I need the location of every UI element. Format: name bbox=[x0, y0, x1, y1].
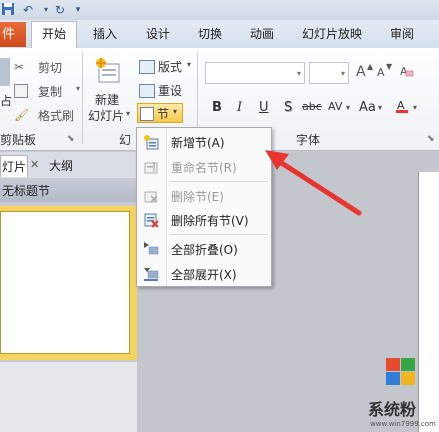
undo-icon[interactable]: ↶ bbox=[20, 2, 36, 18]
menu-item-label: 重命名节(R) bbox=[171, 161, 237, 175]
clipboard-group-label: 剪贴板 bbox=[0, 133, 37, 147]
windows-logo-icon bbox=[386, 358, 400, 371]
menu-item-expand-all[interactable]: 全部展开(X) bbox=[137, 263, 271, 285]
menu-item-remove-section[interactable]: 删除节(E) bbox=[137, 185, 271, 207]
watermark: 系统粉 www.win7999.com bbox=[368, 354, 439, 432]
group-separator bbox=[82, 52, 83, 144]
text-shadow-button[interactable]: S bbox=[284, 100, 292, 115]
menu-item-label: 删除节(E) bbox=[171, 190, 224, 204]
collapse-all-icon bbox=[143, 241, 159, 257]
new-slide-label-2[interactable]: 幻灯片 bbox=[88, 107, 124, 124]
tab-slides-panel[interactable]: 灯片 bbox=[0, 155, 28, 177]
menu-item-add-section[interactable]: 新增节(A) bbox=[137, 131, 271, 153]
section-button-label[interactable]: 节 bbox=[157, 105, 169, 122]
add-section-icon bbox=[143, 134, 159, 150]
bold-button[interactable]: B bbox=[212, 100, 222, 115]
change-case-dropdown-icon[interactable]: ▾ bbox=[378, 103, 382, 112]
slides-group-label: 幻 bbox=[119, 133, 132, 147]
format-painter-button[interactable]: 格式刷 bbox=[38, 107, 74, 124]
tab-slideshow[interactable]: 幻灯片放映 bbox=[302, 22, 362, 47]
slides-tab-close-icon[interactable]: ✕ bbox=[30, 158, 39, 171]
paste-icon[interactable] bbox=[0, 58, 10, 86]
underline-button[interactable]: U bbox=[259, 100, 269, 115]
tab-review[interactable]: 审阅 bbox=[390, 22, 414, 47]
menu-item-rename-section[interactable]: 重命名节(R) bbox=[137, 156, 271, 178]
tab-insert[interactable]: 插入 bbox=[93, 22, 117, 47]
cut-button[interactable]: 剪切 bbox=[38, 59, 62, 76]
menu-item-label: 全部折叠(O) bbox=[171, 243, 238, 257]
tab-outline-panel[interactable]: 大纲 bbox=[44, 155, 78, 177]
windows-logo-icon bbox=[386, 372, 400, 385]
shrink-font-arrow-icon: ▼ bbox=[386, 62, 393, 71]
annotation-arrow-icon bbox=[265, 150, 362, 216]
menu-item-collapse-all[interactable]: 全部折叠(O) bbox=[137, 238, 271, 260]
layout-button[interactable]: 版式 bbox=[158, 58, 182, 75]
copy-icon bbox=[14, 84, 28, 98]
tab-file[interactable]: 件 bbox=[0, 22, 26, 47]
font-launcher-icon[interactable]: ⬊ bbox=[427, 134, 435, 144]
new-slide-icon[interactable] bbox=[93, 56, 123, 86]
tab-transitions[interactable]: 切换 bbox=[198, 22, 222, 47]
copy-dropdown-icon[interactable]: ▾ bbox=[76, 84, 80, 93]
rename-section-icon bbox=[143, 159, 159, 175]
font-color-dropdown-icon[interactable]: ▾ bbox=[413, 103, 417, 112]
format-painter-icon: 🖌 bbox=[14, 108, 30, 122]
shrink-font-button[interactable]: A bbox=[377, 66, 385, 79]
layout-icon bbox=[139, 60, 155, 74]
new-slide-label-1[interactable]: 新建 bbox=[95, 91, 119, 108]
windows-logo-icon bbox=[401, 372, 415, 385]
menu-item-remove-all-sections[interactable]: 删除所有节(V) bbox=[137, 209, 271, 231]
slide-thumbnail[interactable] bbox=[0, 211, 130, 354]
expand-all-icon bbox=[143, 266, 159, 282]
menu-separator bbox=[170, 234, 268, 235]
remove-section-icon bbox=[143, 188, 159, 204]
tab-animations[interactable]: 动画 bbox=[250, 22, 274, 47]
scissors-icon: ✂ bbox=[14, 60, 25, 74]
redo-icon[interactable]: ↻ bbox=[52, 2, 68, 18]
watermark-text: 系统粉 bbox=[368, 400, 417, 419]
copy-button[interactable]: 复制 bbox=[38, 83, 62, 100]
character-spacing-button[interactable]: AV bbox=[328, 100, 342, 113]
clipboard-launcher-icon[interactable]: ⬊ bbox=[67, 134, 75, 144]
remove-all-sections-icon bbox=[143, 212, 159, 228]
new-slide-dropdown-icon[interactable]: ▾ bbox=[126, 109, 130, 118]
tab-design[interactable]: 设计 bbox=[146, 22, 170, 47]
font-color-icon[interactable]: A bbox=[395, 98, 411, 114]
paste-label[interactable]: 占 bbox=[0, 92, 12, 109]
font-size-dropdown-icon[interactable]: ▾ bbox=[341, 69, 345, 78]
reset-button[interactable]: 重设 bbox=[158, 82, 182, 99]
font-name-dropdown-icon[interactable]: ▾ bbox=[297, 69, 301, 78]
menu-item-label: 删除所有节(V) bbox=[171, 214, 249, 228]
italic-button[interactable]: I bbox=[237, 100, 242, 115]
layout-dropdown-icon[interactable]: ▾ bbox=[187, 60, 191, 69]
tab-home[interactable]: 开始 bbox=[31, 21, 77, 48]
change-case-button[interactable]: Aa bbox=[359, 100, 376, 115]
watermark-url: www.win7999.com bbox=[370, 420, 436, 428]
font-name-combobox[interactable] bbox=[205, 62, 305, 84]
section-header[interactable]: 无标题节 bbox=[0, 180, 137, 202]
save-icon[interactable] bbox=[0, 2, 16, 18]
quick-access-toolbar: ↶ ▾ ↻ ▾ bbox=[0, 0, 439, 20]
section-dropdown-icon[interactable]: ▾ bbox=[173, 107, 177, 116]
menu-item-label: 新增节(A) bbox=[171, 136, 225, 150]
clear-formatting-icon[interactable]: A bbox=[400, 64, 414, 78]
menu-separator bbox=[170, 181, 268, 182]
windows-logo-icon bbox=[401, 358, 415, 371]
character-spacing-dropdown-icon[interactable]: ▾ bbox=[346, 103, 350, 112]
strikethrough-button[interactable]: abc bbox=[302, 100, 322, 113]
grow-font-arrow-icon: ▲ bbox=[367, 62, 374, 71]
menu-item-label: 全部展开(X) bbox=[171, 268, 237, 282]
reset-icon bbox=[139, 84, 155, 98]
section-icon bbox=[140, 107, 154, 121]
grow-font-button[interactable]: A bbox=[356, 64, 366, 80]
slides-panel-body bbox=[0, 362, 137, 432]
customize-qat-icon[interactable]: ▾ bbox=[70, 2, 86, 18]
